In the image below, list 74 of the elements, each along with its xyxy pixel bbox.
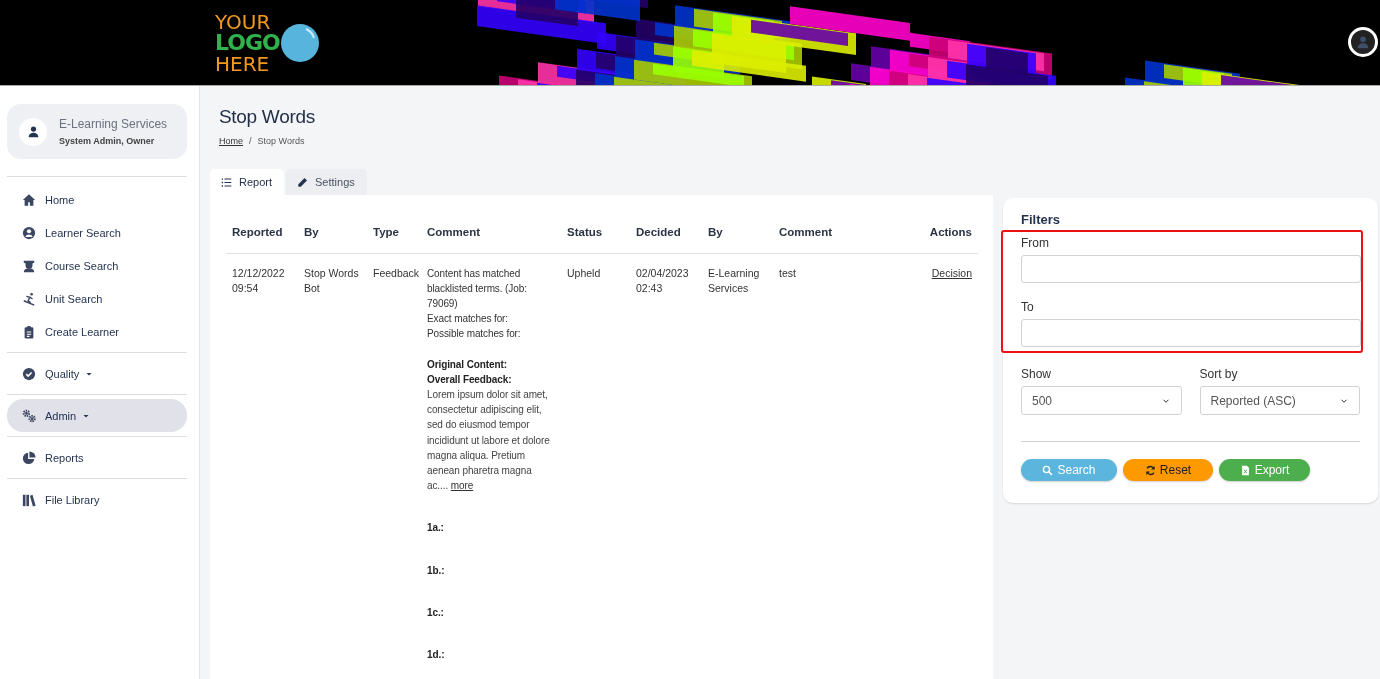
breadcrumb-current: Stop Words [257,136,305,146]
tab[interactable]: Settings [286,169,367,195]
gears-icon [22,408,36,423]
page-title: Stop Words [219,106,316,128]
comment-heading: Overall Feedback: [427,372,513,387]
pie-chart-icon [22,450,36,465]
input-field[interactable] [1021,255,1361,283]
column-header: Decided [630,211,702,253]
logo-text: YOUR [215,11,272,32]
comment-text: Possible matches for: [427,327,522,342]
person-icon [26,125,40,138]
column-header: Comment [773,211,908,253]
home-icon [22,192,36,207]
select-dropdown[interactable]: Reported (ASC) [1199,386,1360,415]
check-circle-icon [22,366,36,381]
nav-item[interactable]: Course Search [7,249,187,282]
column-header: Reported [226,211,298,253]
table-cell-text: Upheld [567,265,602,281]
field-label: Sort by [1199,367,1239,381]
more-link[interactable]: more [450,480,474,492]
nav-item[interactable]: Quality [7,357,187,390]
refresh-icon [1144,464,1156,476]
breadcrumb-separator: / [249,136,252,146]
user-circle-icon [22,225,36,240]
breadcrumb-link[interactable]: Home [219,136,243,146]
books-icon [22,492,36,507]
logo-text: HERE [215,53,271,74]
pencil-icon [297,176,309,188]
table-cell-text: 12/12/2022 09:54 [232,265,286,296]
column-header: Comment [421,211,561,253]
question-label: 1c.: [427,605,445,620]
nav-item[interactable]: Unit Search [7,282,187,315]
column-header: Type [367,211,421,253]
question-label: 1a.: [427,521,445,536]
column-header: Status [561,211,630,253]
skier-icon [22,291,36,306]
field-label: Show [1021,367,1053,381]
logo-circle-icon [279,22,320,63]
select-dropdown[interactable]: 500 [1021,386,1182,415]
filter-button[interactable]: Reset [1123,459,1213,481]
profile-name: E-Learning Services [59,117,168,131]
table-cell-text: E-Learning Services [708,265,761,296]
column-header: Actions [908,211,978,253]
field-label: To [1021,300,1035,314]
filters-title: Filters [1021,212,1061,227]
search-icon [1042,464,1054,476]
nav-item[interactable]: Create Learner [7,315,187,348]
comment-text: Content has matched blacklisted terms. (Job: 79069) [427,266,528,311]
input-field[interactable] [1021,319,1361,347]
comment-text: Exact matches for: [427,312,509,327]
person-icon [1356,35,1370,49]
table-cell-text: test [779,265,797,281]
column-header: By [702,211,773,253]
comment-heading: Original Content: [427,357,508,372]
clipboard-icon [22,324,36,339]
field-label: From [1021,236,1050,250]
column-header: By [298,211,367,253]
table-cell-text: 02/04/2023 02:43 [636,265,690,296]
list-icon [221,176,232,188]
question-label: 1d.: [427,647,446,662]
comment-excerpt: Lorem ipsum dolor sit amet, consectetur adipiscing elit, sed do eiusmod tempor incididunt ut labore et dolore magna aliqua. Pretium aenean pharetra magna ac.... more [427,387,551,494]
nav-item[interactable]: Reports [7,441,187,474]
nav-item[interactable]: Learner Search [7,216,187,249]
profile-role: System Admin, Owner [59,136,156,146]
nav-item[interactable]: File Library [7,483,187,516]
user-avatar-button[interactable] [1348,27,1378,57]
decision-link[interactable]: Decision [931,266,972,279]
question-label: 1b.: [427,563,446,578]
table-cell-text: Stop Words Bot [304,265,360,296]
spreadsheet-file-icon [1239,464,1251,476]
nav-item[interactable]: Home [7,183,187,216]
logo-text: LOGO [215,31,280,54]
tab[interactable]: Report [210,169,285,195]
nav-item[interactable]: Admin [7,399,187,432]
